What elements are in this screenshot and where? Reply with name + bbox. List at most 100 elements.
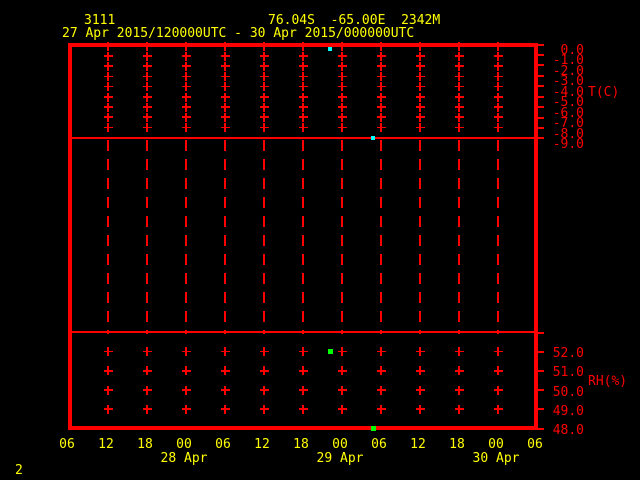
grid-cross [298, 385, 308, 395]
grid-cross [415, 102, 425, 112]
grid-cross [142, 385, 152, 395]
grid-cross [415, 41, 425, 51]
grid-dashed-line [302, 140, 304, 334]
grid-cross [220, 92, 230, 102]
grid-cross [376, 102, 386, 112]
grid-cross [103, 102, 113, 112]
grid-cross [259, 92, 269, 102]
temperature-panel-bottom-line [68, 137, 538, 139]
grid-cross [337, 41, 347, 51]
time-tick-label: 06 [371, 437, 387, 452]
humidity-tick-label: 50.0 [552, 384, 584, 400]
grid-cross [259, 61, 269, 71]
grid-cross [337, 51, 347, 61]
grid-cross [142, 102, 152, 112]
time-tick-label: 06 [527, 437, 543, 452]
grid-cross [298, 102, 308, 112]
humidity-axis-name: RH(%) [588, 374, 628, 389]
grid-cross [337, 92, 347, 102]
grid-cross [454, 82, 464, 92]
grid-cross [415, 51, 425, 61]
grid-cross [103, 123, 113, 133]
grid-cross [181, 123, 191, 133]
time-tick-label: 18 [449, 437, 465, 452]
humidity-tick-label: 48.0 [552, 423, 584, 438]
grid-cross [181, 61, 191, 71]
date-label: 29 Apr [316, 451, 364, 466]
grid-cross [493, 92, 503, 102]
grid-cross [220, 102, 230, 112]
grid-cross [142, 366, 152, 376]
grid-dashed-line [146, 140, 148, 334]
grid-cross [493, 404, 503, 414]
grid-cross [415, 385, 425, 395]
grid-cross [142, 347, 152, 357]
grid-cross [142, 404, 152, 414]
grid-cross [415, 82, 425, 92]
grid-cross [454, 385, 464, 395]
grid-cross [103, 72, 113, 82]
grid-cross [454, 51, 464, 61]
grid-cross [259, 404, 269, 414]
time-tick-label: 12 [410, 437, 426, 452]
grid-cross [298, 347, 308, 357]
grid-cross [454, 92, 464, 102]
grid-cross [298, 72, 308, 82]
grid-dashed-line [224, 140, 226, 334]
grid-cross [259, 51, 269, 61]
grid-cross [298, 41, 308, 51]
time-tick-label: 12 [98, 437, 114, 452]
grid-cross [259, 72, 269, 82]
grid-cross [142, 92, 152, 102]
grid-cross [103, 347, 113, 357]
grid-dashed-line [341, 140, 343, 334]
grid-cross [376, 112, 386, 122]
humidity-tick-label: 51.0 [552, 365, 584, 381]
grid-dashed-line [185, 140, 187, 334]
grid-cross [415, 347, 425, 357]
grid-cross [142, 41, 152, 51]
grid-cross [142, 123, 152, 133]
temperature-axis-name: T(C) [588, 85, 620, 100]
grid-cross [454, 347, 464, 357]
grid-cross [259, 41, 269, 51]
grid-cross [181, 366, 191, 376]
grid-cross [493, 41, 503, 51]
time-tick-label: 00 [332, 437, 348, 452]
grid-cross [259, 112, 269, 122]
grid-cross [259, 82, 269, 92]
grid-cross [415, 404, 425, 414]
time-tick-label: 00 [488, 437, 504, 452]
grid-cross [259, 347, 269, 357]
time-tick-label: 06 [59, 437, 75, 452]
grid-cross [181, 102, 191, 112]
grid-cross [220, 72, 230, 82]
grid-cross [376, 41, 386, 51]
grid-cross [103, 51, 113, 61]
grid-cross [493, 102, 503, 112]
grid-cross [142, 112, 152, 122]
temperature-tick-label: -9.0 [552, 136, 584, 152]
grid-dashed-line [458, 140, 460, 334]
grid-cross [337, 404, 347, 414]
grid-cross [493, 51, 503, 61]
grid-cross [337, 61, 347, 71]
grid-cross [415, 72, 425, 82]
grid-cross [103, 41, 113, 51]
grid-cross [376, 51, 386, 61]
grid-cross [376, 61, 386, 71]
data-point-temperature [328, 46, 333, 51]
grid-cross [337, 123, 347, 133]
grid-cross [337, 385, 347, 395]
grid-cross [298, 61, 308, 71]
time-tick-label: 18 [293, 437, 309, 452]
grid-cross [493, 366, 503, 376]
grid-cross [415, 123, 425, 133]
grid-cross [454, 404, 464, 414]
observation-timeseries-page: 3111 76.04S -65.00E 2342M 27 Apr 2015/12… [0, 0, 640, 480]
grid-cross [103, 82, 113, 92]
grid-cross [220, 385, 230, 395]
grid-cross [103, 92, 113, 102]
grid-cross [493, 347, 503, 357]
grid-cross [103, 404, 113, 414]
